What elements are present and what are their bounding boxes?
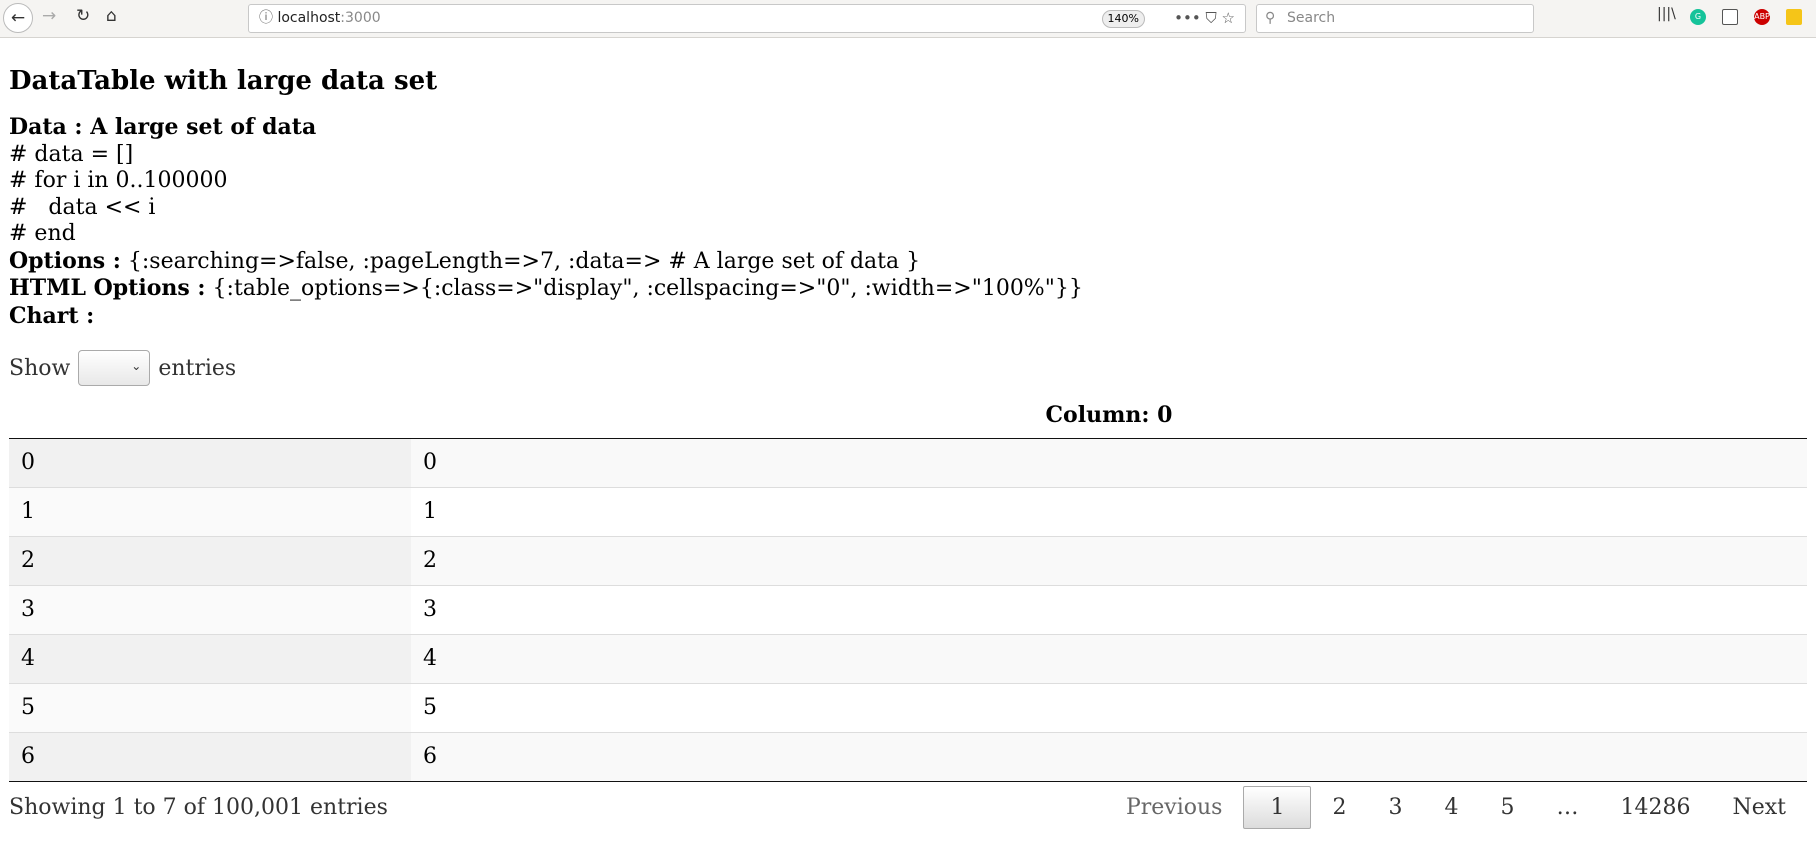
cell-index: 6 xyxy=(9,731,411,782)
table-row: 55 xyxy=(9,682,1807,732)
table-row: 66 xyxy=(9,731,1807,782)
table-info: Showing 1 to 7 of 100,001 entries xyxy=(9,794,388,820)
table-row: 44 xyxy=(9,633,1807,683)
table-row: 33 xyxy=(9,584,1807,634)
page-button-3[interactable]: 3 xyxy=(1367,786,1423,829)
chevron-down-icon: ⌄ xyxy=(131,359,142,373)
cell-column-0: 0 xyxy=(411,438,1807,487)
cell-column-0: 4 xyxy=(411,633,1807,683)
cell-column-0: 1 xyxy=(411,486,1807,536)
page-length-select[interactable]: ⌄ xyxy=(78,350,151,386)
pagination: Previous 1 2 3 4 5 … 14286 Next xyxy=(1105,785,1807,829)
table-row: 00 xyxy=(9,438,1807,487)
data-table: Column: 0 00112233445566 xyxy=(9,398,1807,782)
page-button-5[interactable]: 5 xyxy=(1479,786,1535,829)
cell-index: 0 xyxy=(9,438,411,487)
page-length-control: Show ⌄ entries xyxy=(9,350,1807,386)
cell-column-0: 2 xyxy=(411,535,1807,585)
library-icon[interactable]: |||\ xyxy=(1657,6,1676,22)
back-icon[interactable]: ← xyxy=(3,3,33,33)
cell-index: 2 xyxy=(9,535,411,585)
bookmark-star-icon[interactable]: ☆ xyxy=(1222,9,1235,27)
cell-index: 5 xyxy=(9,682,411,732)
cell-column-0: 5 xyxy=(411,682,1807,732)
next-button[interactable]: Next xyxy=(1711,786,1807,829)
more-icon[interactable]: ••• xyxy=(1174,9,1201,27)
table-row: 11 xyxy=(9,486,1807,536)
url-bar[interactable]: ⓘ localhost:3000 140% ••• ⛉ ☆ xyxy=(248,4,1246,33)
page-button-1[interactable]: 1 xyxy=(1243,785,1312,829)
page-button-2[interactable]: 2 xyxy=(1311,786,1367,829)
search-input[interactable]: ⚲ Search xyxy=(1256,4,1534,33)
page-button-14286[interactable]: 14286 xyxy=(1599,786,1711,829)
cell-column-0: 6 xyxy=(411,731,1807,782)
notes-icon[interactable] xyxy=(1786,9,1802,25)
description: Data : A large set of data # data = [] #… xyxy=(9,114,1083,329)
sidebar-icon[interactable] xyxy=(1722,9,1738,25)
zoom-indicator[interactable]: 140% xyxy=(1101,10,1145,28)
grammarly-icon[interactable]: G xyxy=(1690,9,1706,25)
previous-button[interactable]: Previous xyxy=(1105,786,1244,829)
cell-index: 3 xyxy=(9,584,411,634)
cell-index: 4 xyxy=(9,633,411,683)
forward-icon[interactable]: → xyxy=(42,6,56,26)
column-header-0[interactable]: Column: 0 xyxy=(411,398,1807,439)
adblock-icon[interactable]: ABP xyxy=(1754,9,1770,25)
page-title: DataTable with large data set xyxy=(9,66,438,96)
browser-toolbar: ← → ↻ ⌂ ⓘ localhost:3000 140% ••• ⛉ ☆ ⚲ S… xyxy=(0,0,1816,38)
page-button-4[interactable]: 4 xyxy=(1423,786,1479,829)
home-icon[interactable]: ⌂ xyxy=(106,6,117,26)
pocket-icon[interactable]: ⛉ xyxy=(1206,9,1217,27)
cell-index: 1 xyxy=(9,486,411,536)
table-row: 22 xyxy=(9,535,1807,585)
search-icon: ⚲ xyxy=(1265,10,1276,26)
info-icon: ⓘ xyxy=(259,10,278,26)
pagination-ellipsis: … xyxy=(1556,794,1579,820)
column-header-index[interactable] xyxy=(9,398,411,439)
reload-icon[interactable]: ↻ xyxy=(76,6,90,26)
cell-column-0: 3 xyxy=(411,584,1807,634)
